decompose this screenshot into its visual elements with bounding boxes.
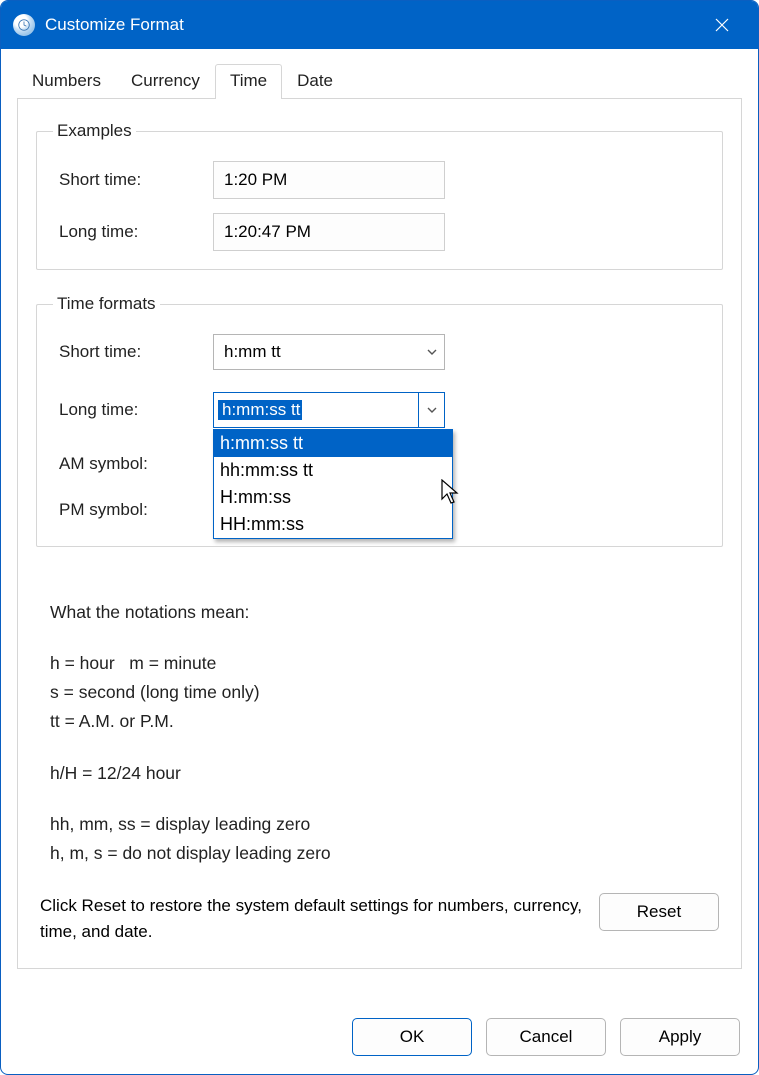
cancel-button[interactable]: Cancel [486,1018,606,1056]
chevron-down-icon [427,405,437,415]
reset-button[interactable]: Reset [599,893,719,931]
short-time-format-row: Short time: h:mm tt [53,334,706,370]
ok-button[interactable]: OK [352,1018,472,1056]
close-button[interactable] [698,1,746,49]
notation-help: What the notations mean: h = hour m = mi… [36,571,723,867]
time-tabpanel: Examples Short time: 1:20 PM Long time: … [17,99,742,969]
short-time-format-label: Short time: [53,342,213,362]
long-time-option[interactable]: H:mm:ss [214,484,452,511]
example-long-row: Long time: 1:20:47 PM [53,213,706,251]
pm-symbol-label: PM symbol: [53,500,213,520]
dialog-body: Numbers Currency Time Date Examples Shor… [1,49,758,1074]
long-time-example-label: Long time: [53,222,213,242]
long-time-dropdown-list: h:mm:ss tt hh:mm:ss tt H:mm:ss HH:mm:ss [213,429,453,539]
long-time-format-label: Long time: [53,400,213,420]
long-time-format-value: h:mm:ss tt [214,400,418,420]
long-time-format-combo[interactable]: h:mm:ss tt h:mm:ss tt hh:mm:ss tt H:mm:s… [213,392,445,428]
time-formats-group: Time formats Short time: h:mm tt Long ti… [36,294,723,547]
long-time-example-value: 1:20:47 PM [213,213,445,251]
long-time-option[interactable]: HH:mm:ss [214,511,452,538]
examples-group: Examples Short time: 1:20 PM Long time: … [36,121,723,270]
tab-currency[interactable]: Currency [116,64,215,99]
tab-date[interactable]: Date [282,64,348,99]
reset-row: Click Reset to restore the system defaul… [40,893,719,944]
tab-numbers[interactable]: Numbers [17,64,116,99]
customize-format-window: Customize Format Numbers Currency Time D… [0,0,759,1075]
short-time-dropdown-button[interactable] [418,335,444,369]
notation-line: h, m, s = do not display leading zero [50,840,713,867]
window-title: Customize Format [45,15,698,35]
apply-button[interactable]: Apply [620,1018,740,1056]
long-time-format-row: Long time: h:mm:ss tt h:mm:ss tt hh:mm:s… [53,392,706,428]
tab-strip: Numbers Currency Time Date [17,63,742,99]
short-time-example-value: 1:20 PM [213,161,445,199]
short-time-format-value: h:mm tt [214,342,418,362]
chevron-down-icon [427,347,437,357]
short-time-format-combo[interactable]: h:mm tt [213,334,445,370]
am-symbol-label: AM symbol: [53,454,213,474]
notation-line: hh, mm, ss = display leading zero [50,811,713,838]
notation-line: h/H = 12/24 hour [50,760,713,787]
notation-heading: What the notations mean: [50,599,713,626]
dialog-footer: OK Cancel Apply [352,1018,740,1056]
titlebar: Customize Format [1,1,758,49]
long-time-option[interactable]: h:mm:ss tt [214,430,452,457]
time-formats-legend: Time formats [53,294,160,314]
reset-description: Click Reset to restore the system defaul… [40,893,599,944]
long-time-dropdown-button[interactable] [418,393,444,427]
globe-clock-icon [13,14,35,36]
example-short-row: Short time: 1:20 PM [53,161,706,199]
long-time-option[interactable]: hh:mm:ss tt [214,457,452,484]
examples-legend: Examples [53,121,136,141]
tab-time[interactable]: Time [215,64,282,99]
short-time-example-label: Short time: [53,170,213,190]
notation-line: h = hour m = minute [50,650,713,677]
notation-line: tt = A.M. or P.M. [50,708,713,735]
notation-line: s = second (long time only) [50,679,713,706]
close-icon [714,17,730,33]
